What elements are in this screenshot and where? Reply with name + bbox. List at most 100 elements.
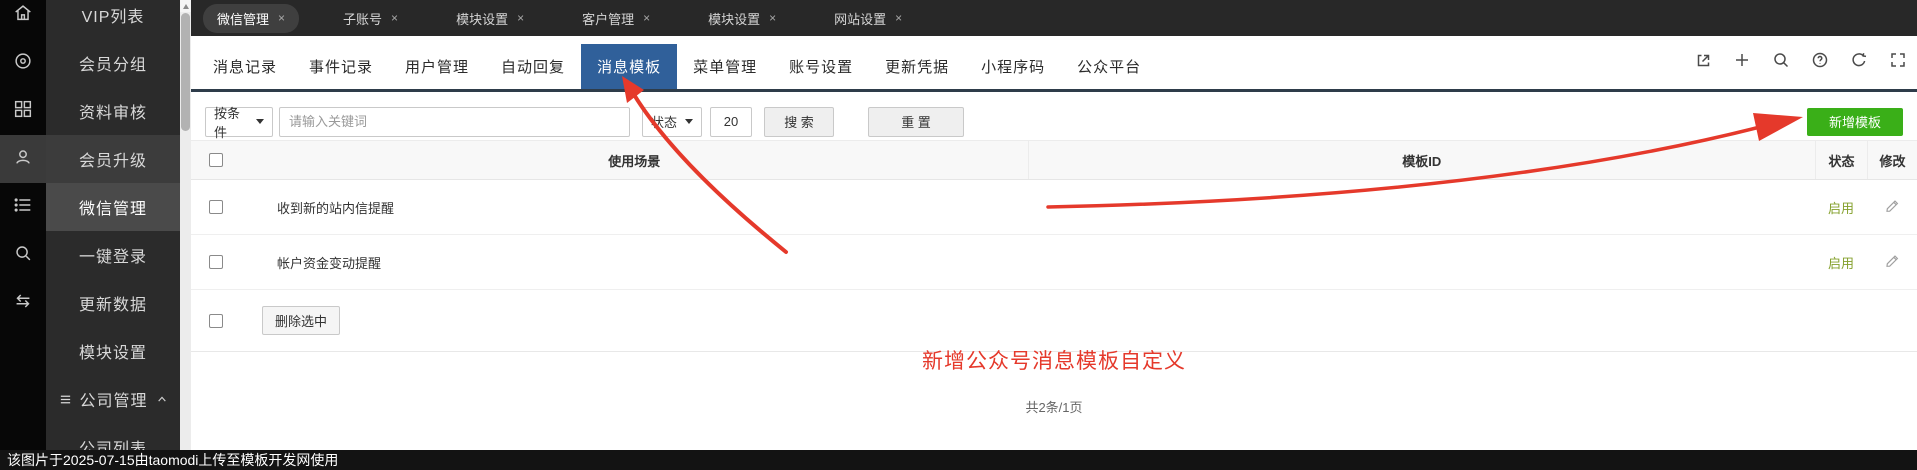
- sidebar-item-label: VIP列表: [82, 3, 145, 27]
- sidebar-item-company-list[interactable]: 公司列表: [46, 423, 180, 450]
- nav-menu-management[interactable]: 菜单管理: [677, 44, 773, 89]
- header-edit: 修改: [1867, 141, 1917, 179]
- sidebar-item-one-click-login[interactable]: 一键登录: [46, 231, 180, 279]
- tab-label: 客户管理: [582, 9, 634, 28]
- sidebar-item-member-upgrade[interactable]: 会员升级: [46, 135, 180, 183]
- header-template-id: 模板ID: [1028, 141, 1816, 179]
- template-table: 使用场景 模板ID 状态 修改 收到新的站内信提醒 启用 帐户资金变: [191, 140, 1917, 352]
- close-icon[interactable]: ×: [895, 12, 902, 24]
- nav-toolbar-icons: [1694, 36, 1907, 89]
- status-badge[interactable]: 启用: [1828, 256, 1854, 271]
- rail-item-swap[interactable]: [0, 279, 46, 327]
- search-button[interactable]: 搜 索: [764, 107, 834, 137]
- toolbar-checkbox-cell: [191, 314, 241, 328]
- nav-message-templates[interactable]: 消息模板: [581, 44, 677, 89]
- status-select[interactable]: 状态: [642, 107, 702, 137]
- annotation-note: 新增公众号消息模板自定义: [191, 345, 1917, 375]
- sidebar-item-profile-review[interactable]: 资料审核: [46, 87, 180, 135]
- swap-icon: [12, 290, 34, 317]
- delete-selected-button[interactable]: 删除选中: [262, 306, 340, 335]
- nav-mini-program-code[interactable]: 小程序码: [965, 44, 1061, 89]
- watermark-footer: 该图片于2025-07-15由taomodi上传至模板开发网使用: [0, 450, 1917, 470]
- sidebar-item-label: 模块设置: [79, 339, 147, 363]
- sidebar-item-company-management[interactable]: 公司管理: [46, 375, 180, 423]
- row-checkbox[interactable]: [209, 255, 223, 269]
- sidebar-item-wechat-management[interactable]: 微信管理: [46, 183, 180, 231]
- close-icon[interactable]: ×: [643, 12, 650, 24]
- content-area: 按条件 状态 搜 索 重 置 新增模板 使用场景 模板ID: [191, 92, 1917, 470]
- rail-item-home[interactable]: [0, 0, 46, 39]
- header-scene: 使用场景: [241, 151, 1028, 170]
- sidebar-item-label: 更新数据: [79, 291, 147, 315]
- tab-customer-management[interactable]: 客户管理 ×: [568, 4, 664, 33]
- refresh-icon[interactable]: [1850, 51, 1868, 74]
- sidebar-scrollbar[interactable]: [180, 0, 191, 450]
- tab-label: 模块设置: [456, 9, 508, 28]
- home-icon: [12, 2, 34, 29]
- close-icon[interactable]: ×: [769, 12, 776, 24]
- sidebar-item-member-groups[interactable]: 会员分组: [46, 39, 180, 87]
- nav-update-credentials[interactable]: 更新凭据: [869, 44, 965, 89]
- edit-pencil-icon[interactable]: [1884, 198, 1900, 214]
- pagination-summary: 共2条/1页: [191, 397, 1917, 416]
- row-checkbox[interactable]: [209, 200, 223, 214]
- close-icon[interactable]: ×: [517, 12, 524, 24]
- tab-sub-account[interactable]: 子账号 ×: [329, 4, 412, 33]
- sidebar-item-update-data[interactable]: 更新数据: [46, 279, 180, 327]
- close-icon[interactable]: ×: [391, 12, 398, 24]
- edit-pencil-icon[interactable]: [1884, 253, 1900, 269]
- keyword-input[interactable]: [279, 107, 630, 137]
- tab-label: 子账号: [343, 9, 382, 28]
- search-icon[interactable]: [1772, 51, 1790, 74]
- nav-message-records[interactable]: 消息记录: [197, 44, 293, 89]
- secondary-nav: 消息记录 事件记录 用户管理 自动回复 消息模板 菜单管理 账号设置 更新凭据 …: [191, 36, 1917, 92]
- nav-public-platform[interactable]: 公众平台: [1061, 44, 1157, 89]
- status-badge[interactable]: 启用: [1828, 201, 1854, 216]
- icon-rail: [0, 0, 46, 450]
- rail-item-grid[interactable]: [0, 87, 46, 135]
- scrollbar-up-button[interactable]: [180, 0, 191, 12]
- nav-auto-reply[interactable]: 自动回复: [485, 44, 581, 89]
- table-header-row: 使用场景 模板ID 状态 修改: [191, 140, 1917, 180]
- tab-bar: 微信管理 × 子账号 × 模块设置 × 客户管理 × 模块设置 × 网站设置 ×: [191, 0, 1917, 36]
- tab-wechat-management[interactable]: 微信管理 ×: [203, 4, 299, 33]
- toolbar-checkbox[interactable]: [209, 314, 223, 328]
- sidebar-item-vip-list[interactable]: VIP列表: [46, 0, 180, 39]
- caret-down-icon: [685, 119, 693, 124]
- close-icon[interactable]: ×: [278, 12, 285, 24]
- sidebar-item-label: 微信管理: [79, 195, 147, 219]
- help-icon[interactable]: [1811, 51, 1829, 74]
- tab-label: 微信管理: [217, 9, 269, 28]
- condition-select[interactable]: 按条件: [205, 107, 273, 137]
- rail-item-list[interactable]: [0, 183, 46, 231]
- rail-item-disc[interactable]: [0, 39, 46, 87]
- page-size-input[interactable]: [710, 107, 752, 137]
- tab-module-settings-1[interactable]: 模块设置 ×: [442, 4, 538, 33]
- rail-item-user[interactable]: [0, 135, 46, 183]
- open-external-icon[interactable]: [1694, 51, 1712, 74]
- admin-window: VIP列表 会员分组 资料审核 会员升级 微信管理 一键登录 更新数据 模块设置…: [0, 0, 1917, 470]
- nav-user-management[interactable]: 用户管理: [389, 44, 485, 89]
- tab-label: 网站设置: [834, 9, 886, 28]
- reset-button[interactable]: 重 置: [868, 107, 964, 137]
- user-icon: [12, 146, 34, 173]
- tab-website-settings[interactable]: 网站设置 ×: [820, 4, 916, 33]
- plus-icon[interactable]: [1733, 51, 1751, 74]
- table-toolbar-row: 删除选中: [191, 290, 1917, 352]
- rail-item-search[interactable]: [0, 231, 46, 279]
- row-status: 启用: [1815, 253, 1867, 272]
- add-template-button[interactable]: 新增模板: [1807, 108, 1903, 136]
- sidebar-item-module-settings[interactable]: 模块设置: [46, 327, 180, 375]
- select-all-checkbox[interactable]: [209, 153, 223, 167]
- sidebar-item-label: 资料审核: [79, 99, 147, 123]
- filter-bar: 按条件 状态 搜 索 重 置 新增模板: [191, 92, 1917, 138]
- nav-account-settings[interactable]: 账号设置: [773, 44, 869, 89]
- scrollbar-thumb[interactable]: [181, 13, 190, 131]
- status-select-value: 状态: [651, 112, 677, 131]
- tab-module-settings-2[interactable]: 模块设置 ×: [694, 4, 790, 33]
- fullscreen-icon[interactable]: [1889, 51, 1907, 74]
- hamburger-icon: [59, 393, 72, 406]
- row-scene: 收到新的站内信提醒: [241, 198, 1046, 217]
- nav-event-records[interactable]: 事件记录: [293, 44, 389, 89]
- tab-label: 模块设置: [708, 9, 760, 28]
